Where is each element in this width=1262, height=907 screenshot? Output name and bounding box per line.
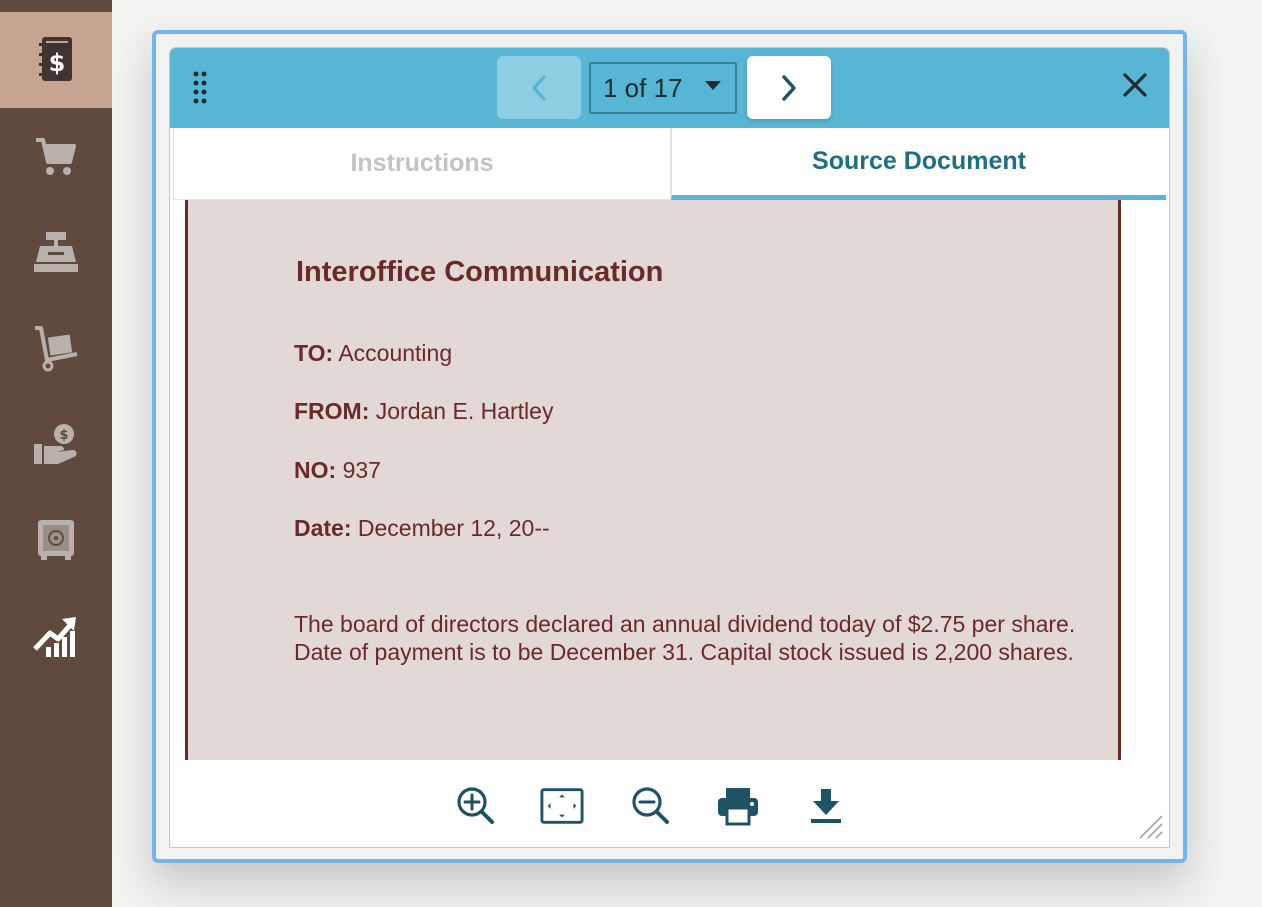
sidebar-item-cash-register[interactable] xyxy=(0,204,112,300)
memo-date-label: Date: xyxy=(294,515,352,541)
memo-date-value: December 12, 20-- xyxy=(357,515,550,541)
next-page-button[interactable] xyxy=(747,56,831,119)
page-selector-value: 1 of 17 xyxy=(603,72,683,103)
svg-text:$: $ xyxy=(49,49,66,77)
fit-to-screen-icon xyxy=(540,788,584,824)
page-selector[interactable]: 1 of 17 xyxy=(589,62,737,114)
memo-to-label: TO: xyxy=(294,340,334,366)
document-toolbar xyxy=(170,760,1169,847)
memo-from-value: Jordan E. Hartley xyxy=(375,398,554,424)
chevron-left-icon xyxy=(532,74,546,101)
sidebar-item-inventory[interactable] xyxy=(0,300,112,396)
growth-chart-icon xyxy=(33,617,76,657)
chevron-right-icon xyxy=(782,74,796,101)
download-button[interactable] xyxy=(804,784,848,828)
hand-coin-icon: $ xyxy=(34,424,77,464)
memo-to-value: Accounting xyxy=(338,340,453,366)
memo-from: FROM: Jordan E. Hartley xyxy=(294,398,553,425)
memo-from-label: FROM: xyxy=(294,398,370,424)
sidebar-item-purchases[interactable] xyxy=(0,108,112,204)
source-document-dialog: 1 of 17 Instructions Source Document Int… xyxy=(170,48,1169,847)
zoom-in-button[interactable] xyxy=(454,784,498,828)
memo-to: TO: Accounting xyxy=(294,340,452,367)
ledger-dollar-icon: $ xyxy=(39,37,72,81)
memo-number-label: NO: xyxy=(294,457,337,483)
print-button[interactable] xyxy=(716,784,760,828)
tab-source-document[interactable]: Source Document xyxy=(671,128,1166,200)
cash-register-icon xyxy=(34,232,78,272)
safe-icon xyxy=(38,520,74,560)
previous-page-button[interactable] xyxy=(497,56,581,119)
dialog-titlebar: 1 of 17 xyxy=(170,48,1169,128)
sidebar-item-vault[interactable] xyxy=(0,492,112,588)
print-icon xyxy=(718,788,758,826)
close-icon xyxy=(1123,73,1147,97)
shopping-cart-icon xyxy=(36,138,76,175)
memo-body: The board of directors declared an annua… xyxy=(294,611,1076,665)
sidebar-item-payments[interactable]: $ xyxy=(0,396,112,492)
sidebar-item-ledger[interactable]: $ xyxy=(0,12,112,108)
memo-number-value: 937 xyxy=(342,457,381,483)
hand-truck-icon xyxy=(35,326,78,372)
zoom-out-button[interactable] xyxy=(629,784,673,828)
resize-grip-icon[interactable] xyxy=(1138,814,1164,840)
source-document: Interoffice Communication TO: Accounting… xyxy=(185,200,1121,760)
sidebar-item-reports[interactable] xyxy=(0,588,112,684)
zoom-out-icon xyxy=(632,787,669,824)
tab-instructions[interactable]: Instructions xyxy=(173,128,671,200)
download-icon xyxy=(811,789,841,823)
close-button[interactable] xyxy=(1118,68,1152,102)
zoom-in-icon xyxy=(457,787,494,824)
dialog-tabs: Instructions Source Document xyxy=(170,128,1169,200)
caret-down-icon xyxy=(705,81,721,90)
memo-date: Date: December 12, 20-- xyxy=(294,515,550,542)
svg-text:$: $ xyxy=(59,428,68,443)
memo-number: NO: 937 xyxy=(294,457,381,484)
fit-to-screen-button[interactable] xyxy=(540,784,584,828)
drag-handle-icon[interactable] xyxy=(192,70,208,106)
sidebar: $ $ xyxy=(0,0,112,907)
document-title: Interoffice Communication xyxy=(296,256,664,288)
